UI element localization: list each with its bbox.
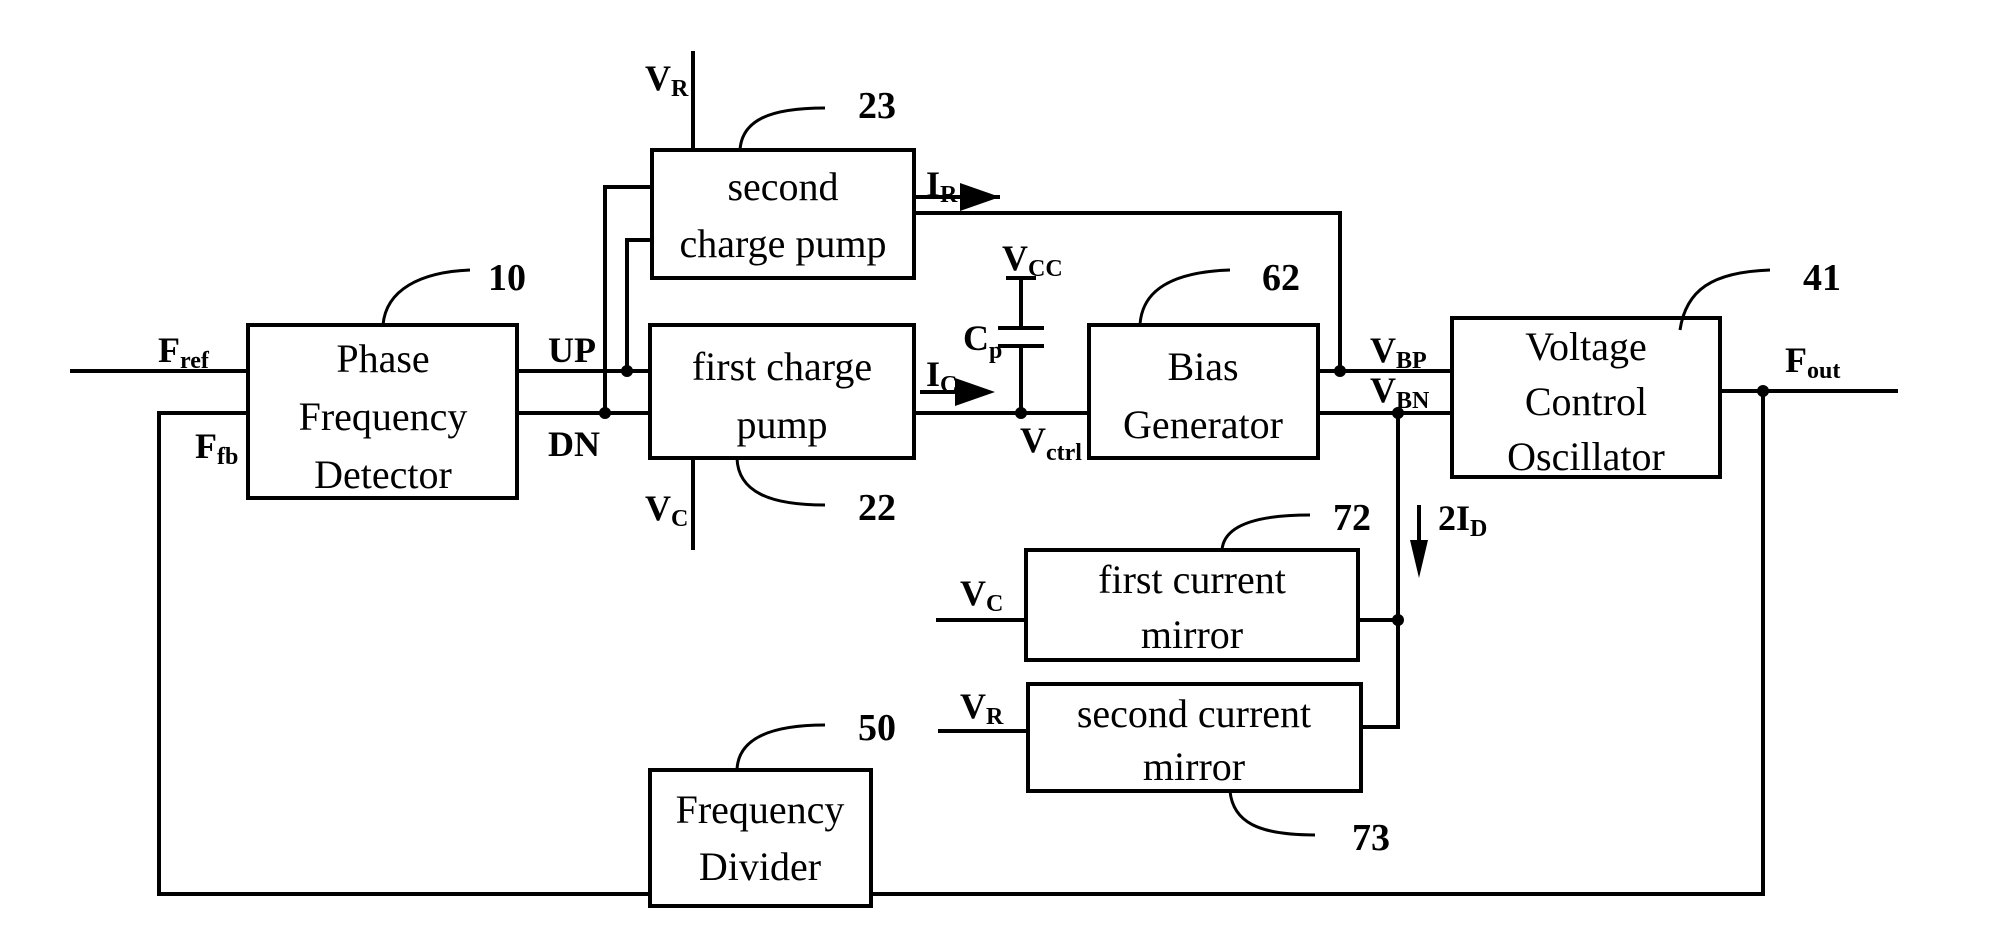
- cp2-line-2: charge pump: [680, 221, 887, 266]
- arrow-ir-icon: [960, 183, 1000, 211]
- junction-vctrl: [1015, 407, 1027, 419]
- label-fout: Fout: [1785, 340, 1840, 384]
- cm1-line-1: first current: [1098, 557, 1286, 602]
- ref-10: 10: [488, 257, 526, 299]
- vco-line-2: Control: [1525, 379, 1647, 424]
- vco-line-1: Voltage: [1525, 324, 1646, 369]
- pfd-line-1: Phase: [336, 336, 429, 381]
- ref-50: 50: [858, 707, 896, 749]
- junction-dn: [599, 407, 611, 419]
- vco-line-3: Oscillator: [1507, 434, 1665, 479]
- label-vc-bottom: VC: [645, 488, 688, 532]
- label-vbp: VBP: [1370, 330, 1427, 374]
- ref-22: 22: [858, 487, 896, 529]
- label-dn: DN: [548, 424, 600, 464]
- pfd-line-2: Frequency: [299, 394, 468, 439]
- div-line-1: Frequency: [676, 787, 845, 832]
- block-bias-generator: Bias Generator 62: [1087, 257, 1320, 460]
- label-vr-top: VR: [645, 58, 689, 102]
- cm2-line-2: mirror: [1143, 744, 1245, 789]
- label-ic: IC: [926, 354, 957, 398]
- label-ir: IR: [926, 164, 958, 208]
- label-vc-cm1: VC: [960, 573, 1003, 617]
- cm1-line-2: mirror: [1141, 612, 1243, 657]
- label-cp: Cp: [963, 318, 1002, 364]
- wire-2id: [1361, 413, 1400, 729]
- arrow-ic-icon: [955, 378, 995, 406]
- label-vr-cm2: VR: [960, 686, 1004, 730]
- cp1-line-1: first charge: [692, 344, 872, 389]
- cm2-line-1: second current: [1077, 691, 1311, 736]
- label-up: UP: [548, 330, 596, 370]
- label-ffb: Ffb: [195, 426, 238, 470]
- label-fref: Fref: [158, 330, 210, 374]
- junction-up: [621, 365, 633, 377]
- ref-41: 41: [1803, 257, 1841, 299]
- pfd-line-3: Detector: [314, 452, 452, 497]
- block-frequency-divider: Frequency Divider 50: [648, 707, 896, 908]
- junction-vbp: [1334, 365, 1346, 377]
- label-vbn: VBN: [1370, 370, 1430, 414]
- ref-62: 62: [1262, 257, 1300, 299]
- block-first-current-mirror: first current mirror 72: [1024, 497, 1371, 662]
- label-2id: 2ID: [1438, 498, 1487, 542]
- block-voltage-control-oscillator: Voltage Control 41 Oscillator: [1450, 257, 1841, 479]
- pll-block-diagram: Phase Frequency Detector 10 second charg…: [70, 51, 1898, 908]
- bias-line-2: Generator: [1123, 402, 1283, 447]
- bias-line-1: Bias: [1167, 344, 1238, 389]
- ref-72: 72: [1333, 497, 1371, 539]
- cp1-line-2: pump: [736, 402, 827, 447]
- ref-23: 23: [858, 85, 896, 127]
- label-vctrl: Vctrl: [1020, 420, 1082, 466]
- div-line-2: Divider: [699, 844, 821, 889]
- label-vcc: VCC: [1002, 238, 1063, 282]
- ref-73: 73: [1352, 817, 1390, 859]
- block-second-current-mirror: second current mirror 73: [1026, 682, 1390, 859]
- block-first-charge-pump: first charge pump 22: [648, 323, 916, 529]
- arrow-2id-icon: [1410, 540, 1428, 578]
- block-phase-frequency-detector: Phase Frequency Detector 10: [246, 257, 526, 500]
- junction-cm1: [1392, 614, 1404, 626]
- cp2-line-1: second: [727, 164, 838, 209]
- junction-fout: [1757, 385, 1769, 397]
